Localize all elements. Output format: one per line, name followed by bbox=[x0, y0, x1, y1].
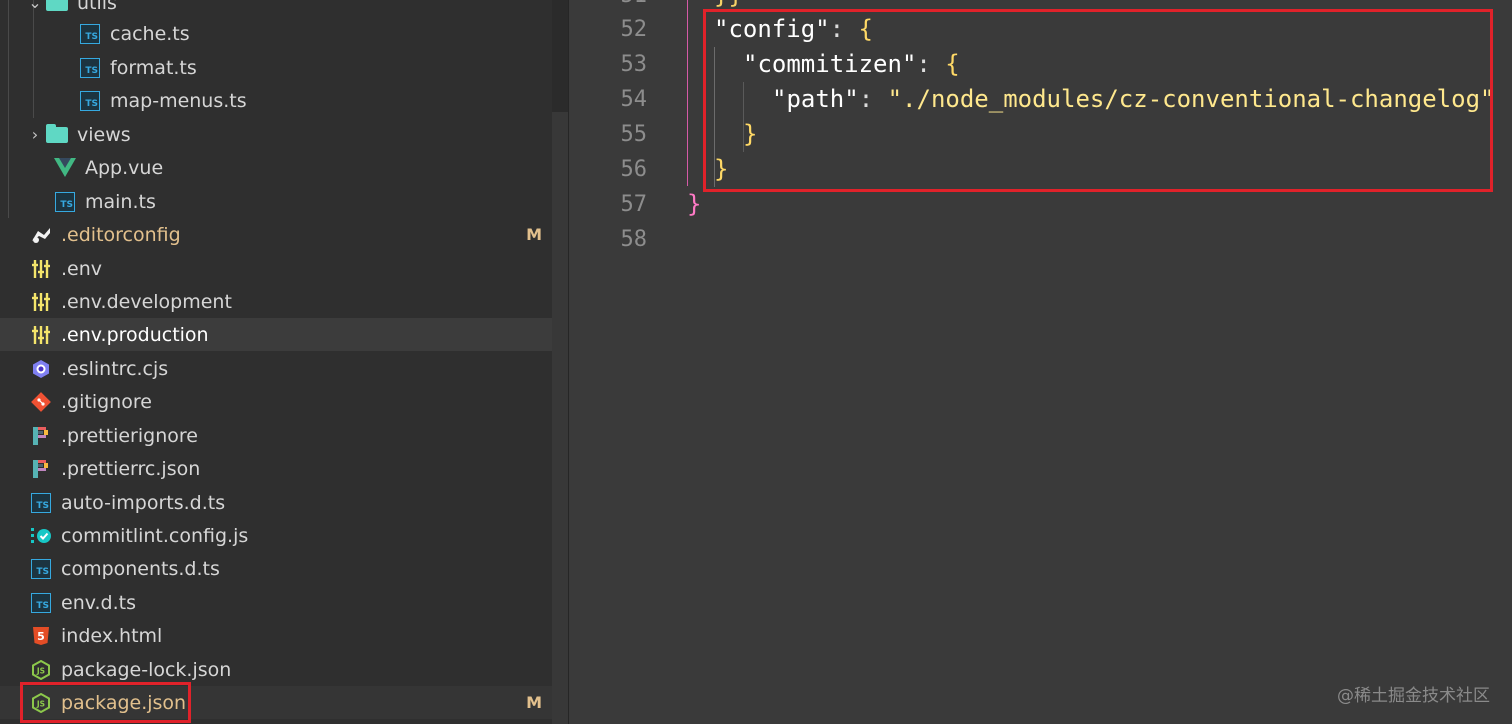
prettier-icon bbox=[30, 458, 52, 480]
folder-icon bbox=[46, 0, 68, 14]
code-line: 58 bbox=[569, 222, 1512, 257]
tree-item-label: auto-imports.d.ts bbox=[61, 491, 226, 514]
tree-file-components-dts[interactable]: TS components.d.ts bbox=[0, 552, 552, 585]
line-number: 55 bbox=[620, 122, 648, 147]
typescript-icon: TS bbox=[54, 191, 76, 213]
line-number: 52 bbox=[620, 17, 648, 42]
tree-item-label: map-menus.ts bbox=[110, 89, 247, 112]
watermark: @稀土掘金技术社区 bbox=[1337, 686, 1490, 706]
typescript-icon: TS bbox=[30, 558, 52, 580]
tree-item-label: .editorconfig bbox=[61, 223, 181, 246]
tree-file-eslintrc[interactable]: .eslintrc.cjs bbox=[0, 352, 552, 385]
env-icon bbox=[30, 291, 52, 313]
tree-file-app-vue[interactable]: App.vue bbox=[0, 151, 552, 184]
svg-text:JS: JS bbox=[36, 666, 45, 675]
tree-file-env-dts[interactable]: TS env.d.ts bbox=[0, 586, 552, 619]
tree-file-env-production[interactable]: .env.production bbox=[0, 318, 552, 351]
tree-file-format-ts[interactable]: TS format.ts bbox=[0, 51, 552, 84]
tree-item-label: cache.ts bbox=[110, 22, 190, 45]
commitlint-icon bbox=[30, 525, 52, 547]
svg-text:5: 5 bbox=[37, 630, 45, 643]
html-icon: 5 bbox=[30, 625, 52, 647]
code-line: 57 } bbox=[569, 187, 1512, 222]
code-editor[interactable]: 51 }} 52 "config": { 53 "commitizen": { … bbox=[569, 0, 1512, 724]
tree-file-prettierrc[interactable]: .prettierrc.json bbox=[0, 452, 552, 485]
tree-item-label: commitlint.config.js bbox=[61, 524, 249, 547]
tree-file-auto-imports[interactable]: TS auto-imports.d.ts bbox=[0, 486, 552, 519]
tree-file-cache-ts[interactable]: TS cache.ts bbox=[0, 17, 552, 50]
explorer-scrollbar-thumb[interactable] bbox=[552, 112, 568, 724]
env-icon bbox=[30, 258, 52, 280]
tree-item-label: utils bbox=[77, 0, 117, 14]
typescript-icon: TS bbox=[30, 492, 52, 514]
tree-item-label: env.d.ts bbox=[61, 591, 136, 614]
tree-file-gitignore[interactable]: .gitignore bbox=[0, 385, 552, 418]
typescript-icon: TS bbox=[79, 57, 101, 79]
tree-item-label: views bbox=[77, 123, 131, 146]
tree-file-env[interactable]: .env bbox=[0, 252, 552, 285]
tree-file-commitlint[interactable]: commitlint.config.js bbox=[0, 519, 552, 552]
tree-item-label: .prettierignore bbox=[61, 424, 198, 447]
tree-item-label: .gitignore bbox=[61, 390, 152, 413]
git-modified-badge: M bbox=[526, 225, 542, 244]
line-number: 58 bbox=[620, 227, 648, 252]
tree-folder-views[interactable]: › views bbox=[0, 118, 552, 151]
line-number: 54 bbox=[620, 87, 648, 112]
editorconfig-icon bbox=[30, 224, 52, 246]
tree-item-label: .eslintrc.cjs bbox=[61, 357, 169, 380]
tree-item-label: .env bbox=[61, 257, 103, 280]
folder-icon bbox=[46, 123, 68, 146]
eslint-icon bbox=[30, 358, 52, 380]
tree-file-main-ts[interactable]: TS main.ts bbox=[0, 185, 552, 218]
typescript-icon: TS bbox=[79, 23, 101, 45]
tree-item-label: components.d.ts bbox=[61, 557, 220, 580]
env-icon bbox=[30, 324, 52, 346]
git-modified-badge: M bbox=[526, 693, 542, 712]
chevron-down-icon: ⌄ bbox=[28, 0, 42, 12]
tree-item-label: App.vue bbox=[85, 156, 164, 179]
line-number: 56 bbox=[620, 157, 648, 182]
tree-file-env-development[interactable]: .env.development bbox=[0, 285, 552, 318]
package-json-highlight-box bbox=[20, 682, 191, 723]
tree-item-label: .env.development bbox=[61, 290, 232, 313]
code-text: } bbox=[687, 190, 702, 218]
chevron-right-icon: › bbox=[31, 125, 39, 144]
vue-icon bbox=[54, 157, 76, 179]
config-block-highlight-box bbox=[703, 9, 1493, 192]
tree-item-label: .prettierrc.json bbox=[61, 457, 201, 480]
git-icon bbox=[30, 391, 52, 413]
tree-item-label: .env.production bbox=[61, 323, 209, 346]
nodejs-icon: JS bbox=[30, 659, 52, 681]
explorer-sidebar: ⌄ utils TS cache.ts TS format.ts TS map-… bbox=[0, 0, 552, 724]
tree-item-label: package-lock.json bbox=[61, 658, 232, 681]
tree-file-editorconfig[interactable]: .editorconfig M bbox=[0, 218, 552, 251]
typescript-icon: TS bbox=[30, 592, 52, 614]
tree-file-index-html[interactable]: 5 index.html bbox=[0, 619, 552, 652]
tree-item-label: main.ts bbox=[85, 190, 156, 213]
tree-item-label: format.ts bbox=[110, 56, 197, 79]
prettier-icon bbox=[30, 425, 52, 447]
tree-file-map-menus-ts[interactable]: TS map-menus.ts bbox=[0, 84, 552, 117]
line-number: 57 bbox=[620, 192, 648, 217]
tree-item-label: index.html bbox=[61, 624, 163, 647]
typescript-icon: TS bbox=[79, 90, 101, 112]
tree-file-prettierignore[interactable]: .prettierignore bbox=[0, 419, 552, 452]
line-number: 53 bbox=[620, 52, 648, 77]
